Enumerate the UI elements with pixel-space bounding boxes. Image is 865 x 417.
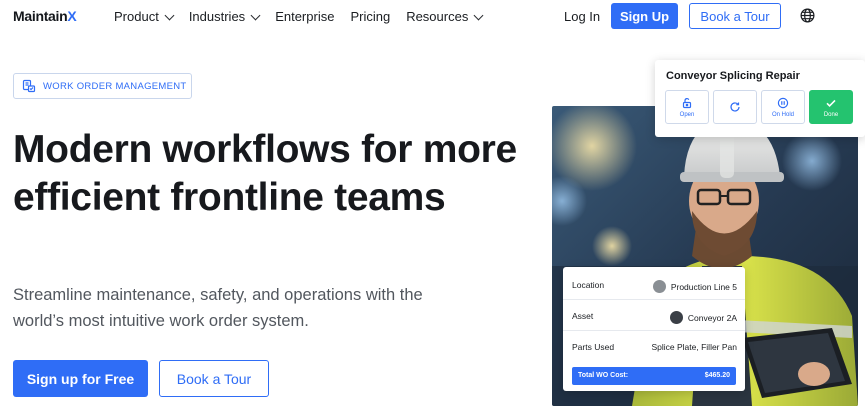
nav-item-industries[interactable]: Industries <box>188 9 261 24</box>
nav-item-label: Pricing <box>350 9 391 24</box>
status-open-button[interactable]: Open <box>665 90 709 124</box>
detail-value-text: Production Line 5 <box>670 281 737 292</box>
logo-x: X <box>67 8 77 24</box>
detail-label: Parts Used <box>572 342 615 352</box>
chevron-down-icon <box>250 10 261 20</box>
status-label: On Hold <box>771 111 794 118</box>
status-on-hold-button[interactable]: On Hold <box>761 90 805 124</box>
nav-item-label: Product <box>114 9 159 24</box>
nav-item-resources[interactable]: Resources <box>406 9 484 24</box>
login-link[interactable]: Log In <box>564 9 600 24</box>
logo-text: Maintain <box>13 8 68 24</box>
section-badge: WORK ORDER MANAGEMENT <box>13 73 192 99</box>
globe-icon[interactable] <box>800 8 815 23</box>
nav-item-label: Resources <box>406 9 469 24</box>
location-avatar-icon <box>652 280 666 293</box>
asset-avatar-icon <box>669 311 683 324</box>
pause-icon <box>777 97 789 108</box>
top-nav: MaintainX Product Industries Enterprise … <box>0 0 865 34</box>
nav-item-label: Enterprise <box>275 9 335 24</box>
total-cost-value: $465.20 <box>704 372 730 379</box>
badge-label: WORK ORDER MANAGEMENT <box>43 80 187 92</box>
refresh-icon <box>730 102 740 112</box>
status-label: Done <box>823 111 839 118</box>
detail-value-text: Conveyor 2A <box>687 312 737 323</box>
detail-value: Splice Plate, Filler Pan <box>651 342 737 352</box>
nav-links: Product Industries Enterprise Pricing Re… <box>114 9 498 24</box>
status-buttons: Open On Hold Done <box>665 90 853 124</box>
status-label: Open <box>679 111 695 118</box>
detail-label: Asset <box>572 311 594 321</box>
detail-row-location: Location Production Line 5 <box>563 269 745 300</box>
hero-subheading: Streamline maintenance, safety, and oper… <box>13 286 423 330</box>
detail-value: Production Line 5 <box>652 280 737 293</box>
work-order-title: Conveyor Splicing Repair <box>666 70 800 82</box>
detail-value-text: Splice Plate, Filler Pan <box>651 342 737 352</box>
status-done-button[interactable]: Done <box>809 90 853 124</box>
total-cost-bar: Total WO Cost: $465.20 <box>572 367 736 385</box>
nav-item-label: Industries <box>188 9 246 24</box>
signup-button[interactable]: Sign Up <box>611 3 678 29</box>
status-in-progress-button[interactable] <box>713 90 757 124</box>
work-order-status-card: Conveyor Splicing Repair Open On Hold Do… <box>655 60 865 137</box>
book-tour-hero-button[interactable]: Book a Tour <box>159 360 269 397</box>
work-order-icon <box>22 79 36 93</box>
detail-row-asset: Asset Conveyor 2A <box>563 300 745 331</box>
nav-item-product[interactable]: Product <box>114 9 175 24</box>
book-tour-button[interactable]: Book a Tour <box>689 3 781 29</box>
unlock-icon <box>682 97 692 108</box>
work-order-detail-card: Location Production Line 5 Asset Conveyo… <box>563 267 745 391</box>
detail-label: Location <box>572 280 605 290</box>
maintainx-logo[interactable]: MaintainX <box>13 8 77 24</box>
detail-row-parts: Parts Used Splice Plate, Filler Pan <box>563 331 745 362</box>
signup-free-button[interactable]: Sign up for Free <box>13 360 148 397</box>
chevron-down-icon <box>473 10 484 20</box>
nav-item-enterprise[interactable]: Enterprise <box>275 9 334 24</box>
nav-item-pricing[interactable]: Pricing <box>350 9 390 24</box>
detail-value: Conveyor 2A <box>669 311 737 324</box>
check-icon <box>826 99 836 107</box>
hero-headline: Modern workflows for more efficient fron… <box>13 128 517 219</box>
total-cost-label: Total WO Cost: <box>578 372 629 379</box>
chevron-down-icon <box>164 10 175 20</box>
